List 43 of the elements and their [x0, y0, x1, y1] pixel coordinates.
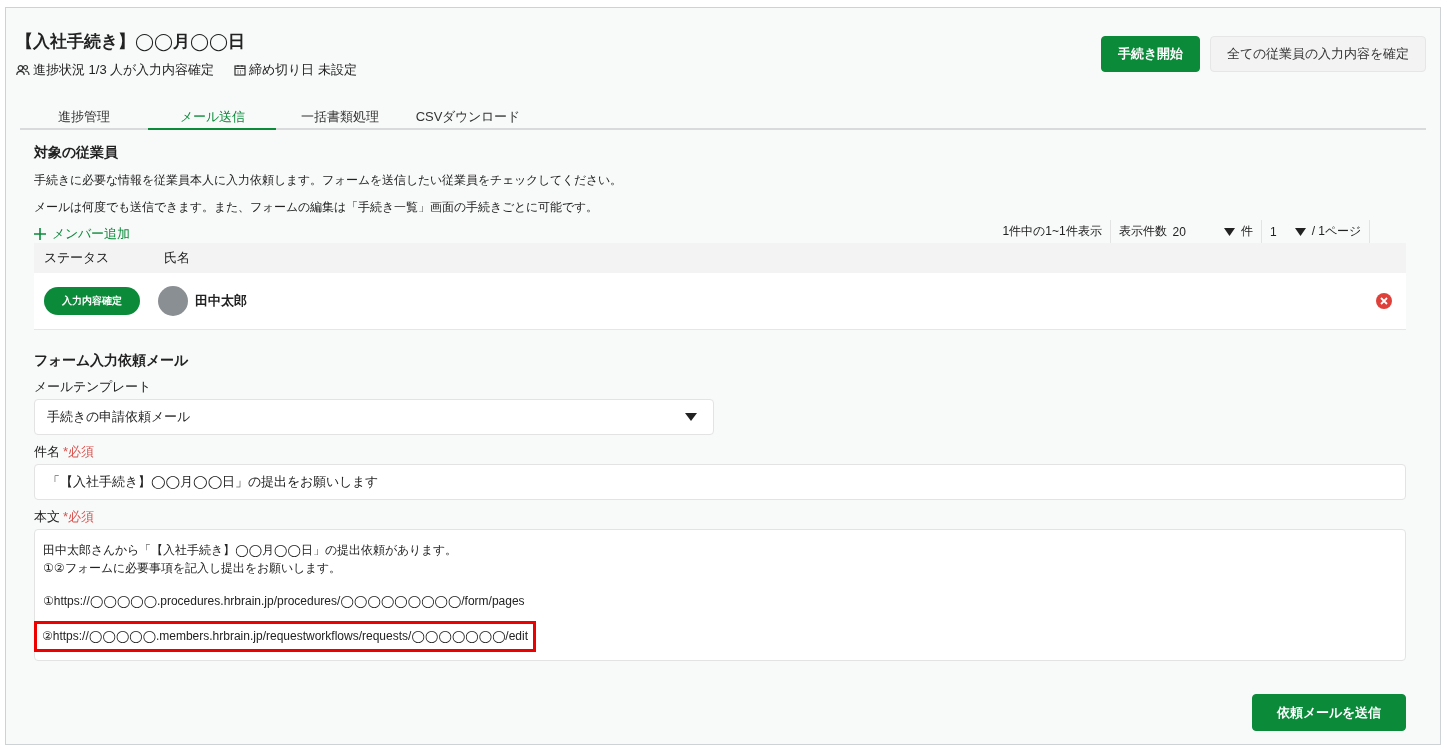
caret-icon [685, 413, 697, 421]
page-select[interactable]: 1 [1269, 224, 1306, 239]
page-title: 【入社手続き】◯◯月◯◯日 [16, 31, 247, 53]
per-page-select[interactable]: 20 [1172, 224, 1235, 239]
remove-icon[interactable] [1376, 293, 1392, 309]
tab[interactable]: メール送信 [148, 106, 276, 130]
calendar-icon [234, 64, 247, 76]
confirm-all-button[interactable]: 全ての従業員の入力内容を確定 [1210, 36, 1426, 72]
body-line: ①https://◯◯◯◯◯.procedures.hrbrain.jp/procedures/◯◯◯◯◯◯◯◯◯/form/pages [43, 594, 525, 608]
field-label: メールテンプレート [34, 378, 152, 396]
description-text: メールは何度でも送信できます。また、フォームの編集は「手続き一覧」画面の手続きごとに可能です。 [34, 199, 599, 216]
unit-text: 件 [1240, 223, 1253, 240]
result-count: 1件中の1~1件表示 [1002, 223, 1102, 240]
description-text: 手続きに必要な情報を従業員本人に入力依頼します。フォームを送信したい従業員をチェックしてください。 [34, 172, 623, 189]
start-button[interactable]: 手続き開始 [1101, 36, 1200, 72]
add-member-link[interactable]: メンバー追加 [34, 225, 130, 243]
per-page-label: 表示件数 [1118, 223, 1167, 240]
plus-icon [34, 228, 46, 240]
section-title: フォーム入力依頼メール [34, 352, 189, 370]
tab[interactable]: 一括書類処理 [276, 106, 404, 130]
caret-icon [1223, 227, 1235, 236]
field-label: 件名 *必須 [34, 443, 96, 461]
caret-icon [1294, 227, 1306, 236]
send-button[interactable]: 依頼メールを送信 [1252, 694, 1406, 731]
deadline-text: 締め切り日 未設定 [249, 61, 357, 79]
page-total: / 1ページ [1311, 223, 1361, 240]
tab[interactable]: 進捗管理 [20, 106, 148, 130]
column-header: ステータス [43, 249, 110, 267]
column-header: 氏名 [164, 249, 191, 267]
avatar [158, 286, 188, 316]
people-icon [16, 64, 30, 76]
employee-name: 田中太郎 [195, 292, 248, 310]
field-label: 本文 *必須 [34, 508, 96, 526]
body-line: ②https://◯◯◯◯◯.members.hrbrain.jp/requestworkflows/requests/◯◯◯◯◯◯◯/edit [42, 629, 529, 643]
body-field[interactable] [34, 529, 1406, 661]
body-line: ①②フォームに必要事項を記入し提出をお願いします。 [43, 561, 341, 575]
template-select[interactable]: 手続きの申請依頼メール [34, 399, 714, 435]
body-line: 田中太郎さんから「【入社手続き】◯◯月◯◯日」の提出依頼があります。 [43, 543, 457, 557]
progress-status: 進捗状況 1/3 人が入力内容確定 [33, 61, 215, 79]
subject-field[interactable]: 「【入社手続き】◯◯月◯◯日」の提出をお願いします [34, 464, 1406, 500]
tab[interactable]: CSVダウンロード [404, 106, 532, 130]
section-title: 対象の従業員 [34, 144, 119, 162]
status-badge: 入力内容確定 [44, 287, 140, 315]
